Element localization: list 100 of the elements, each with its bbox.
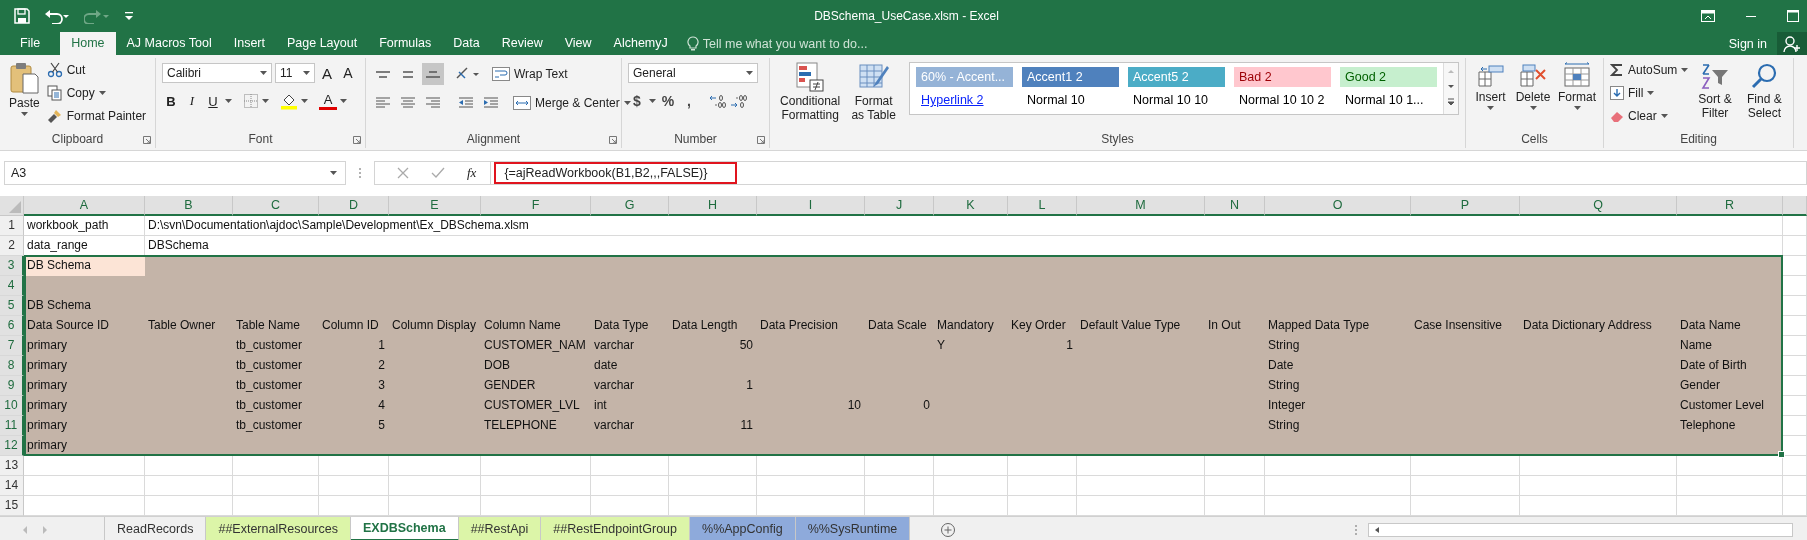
cell-style-option[interactable]: Normal 10 10 2 — [1234, 90, 1331, 110]
font-size-dropdown[interactable]: 11 — [275, 63, 315, 83]
fill-color-icon[interactable] — [280, 92, 298, 110]
redo-icon[interactable] — [84, 8, 110, 24]
undo-icon[interactable] — [44, 8, 70, 24]
dialog-launcher-icon[interactable] — [353, 136, 361, 144]
add-sheet-icon[interactable] — [940, 521, 957, 538]
ribbon-tab[interactable]: Page Layout — [276, 32, 369, 55]
column-header[interactable] — [1783, 196, 1807, 216]
column-header[interactable]: E — [389, 196, 481, 216]
sign-in-link[interactable]: Sign in — [1718, 32, 1777, 55]
dialog-launcher-icon[interactable] — [757, 136, 765, 144]
row-header[interactable]: 14 — [0, 476, 24, 496]
ribbon-tab[interactable]: AlchemyJ — [602, 32, 679, 55]
increase-decimal-icon[interactable] — [709, 93, 727, 109]
decrease-decimal-icon[interactable] — [730, 93, 748, 109]
column-header[interactable]: P — [1411, 196, 1520, 216]
horizontal-scrollbar[interactable] — [1368, 522, 1793, 537]
row-header[interactable]: 2 — [0, 236, 24, 256]
row-header[interactable]: 3 — [0, 256, 24, 276]
sheet-tab[interactable]: ##RestEndpointGroup — [541, 517, 691, 540]
vertical-align-button[interactable] — [422, 63, 444, 85]
column-header[interactable]: A — [24, 196, 145, 216]
ribbon-tab[interactable]: Data — [442, 32, 491, 55]
grip-icon[interactable] — [358, 166, 362, 179]
comma-button[interactable]: , — [680, 91, 698, 111]
sheet-tab[interactable]: %%AppConfig — [690, 517, 796, 540]
column-header[interactable]: B — [145, 196, 233, 216]
find-select-button[interactable]: Find & Select — [1741, 60, 1787, 122]
column-header[interactable]: R — [1677, 196, 1783, 216]
format-as-table-button[interactable]: Format as Table — [848, 60, 899, 124]
delete-cells-button[interactable]: Delete — [1513, 60, 1553, 112]
grip-icon[interactable] — [1354, 523, 1358, 536]
check-icon[interactable] — [431, 166, 445, 179]
ribbon-tab[interactable]: Insert — [222, 32, 276, 55]
number-format-dropdown[interactable]: General — [628, 63, 758, 83]
row-header[interactable]: 11 — [0, 416, 24, 436]
dialog-launcher-icon[interactable] — [143, 136, 151, 144]
row-header[interactable]: 7 — [0, 336, 24, 356]
customize-icon[interactable] — [124, 10, 134, 22]
row-header[interactable]: 10 — [0, 396, 24, 416]
column-header[interactable]: J — [865, 196, 934, 216]
ribbon-tab[interactable]: AJ Macros Tool — [115, 32, 223, 55]
percent-button[interactable]: % — [659, 91, 677, 111]
column-header[interactable]: H — [669, 196, 757, 216]
row-header[interactable]: 5 — [0, 296, 24, 316]
clear-button[interactable]: Clear — [1610, 106, 1689, 125]
cell-style-option[interactable]: Normal 10 1... — [1340, 90, 1437, 110]
autosum-button[interactable]: AutoSum — [1610, 60, 1689, 79]
row-header[interactable]: 8 — [0, 356, 24, 376]
column-header[interactable]: G — [591, 196, 669, 216]
italic-button[interactable]: I — [183, 91, 201, 111]
sheet-tab[interactable]: %%SysRuntime — [795, 517, 911, 540]
share-button[interactable] — [1777, 32, 1807, 55]
ribbon-display-icon[interactable] — [1701, 10, 1715, 22]
cancel-icon[interactable] — [397, 166, 409, 179]
grow-font-button[interactable]: A — [318, 63, 336, 83]
column-header[interactable]: N — [1205, 196, 1265, 216]
sheet-tab[interactable]: EXDBSchema — [350, 517, 459, 540]
cut-button[interactable]: Cut — [46, 60, 147, 79]
wrap-text-button[interactable]: Wrap Text — [492, 64, 568, 84]
save-icon[interactable] — [14, 8, 30, 24]
row-header[interactable]: 1 — [0, 216, 24, 236]
column-header[interactable]: F — [481, 196, 591, 216]
row-header[interactable]: 15 — [0, 496, 24, 516]
cell-style-option[interactable]: Good 2 — [1340, 67, 1437, 87]
ribbon-tab[interactable]: View — [553, 32, 603, 55]
column-header[interactable]: D — [319, 196, 389, 216]
column-header[interactable]: Q — [1520, 196, 1677, 216]
scroll-left-icon[interactable] — [1373, 525, 1381, 534]
ribbon-tab[interactable]: Review — [490, 32, 554, 55]
currency-button[interactable]: $ — [628, 91, 646, 111]
sheet-tab[interactable]: ##ExternalResources — [206, 517, 351, 540]
shrink-font-button[interactable]: A — [339, 63, 357, 83]
font-name-dropdown[interactable]: Calibri — [162, 63, 272, 83]
row-header[interactable]: 9 — [0, 376, 24, 396]
font-color-button[interactable]: A — [319, 92, 337, 110]
ribbon-tab[interactable]: File — [0, 32, 61, 55]
row-header[interactable]: 4 — [0, 276, 24, 296]
formula-field[interactable]: {=ajReadWorkbook(B1,B2,,,FALSE)} — [490, 160, 1807, 185]
cell-style-option[interactable]: Accent1 2 — [1022, 67, 1119, 87]
column-header[interactable]: O — [1265, 196, 1411, 216]
column-header[interactable]: K — [934, 196, 1008, 216]
row-header[interactable]: 6 — [0, 316, 24, 336]
paste-button[interactable]: Paste — [6, 60, 43, 118]
tell-me-field[interactable]: Tell me what you want to do... — [678, 32, 903, 55]
row-header[interactable]: 12 — [0, 436, 24, 456]
column-header[interactable]: I — [757, 196, 865, 216]
maximize-icon[interactable] — [1787, 10, 1799, 22]
format-painter-button[interactable]: Format Painter — [46, 106, 147, 125]
format-cells-button[interactable]: Format — [1557, 60, 1597, 112]
merge-center-button[interactable]: Merge & Center — [513, 93, 631, 112]
cell-style-option[interactable]: Hyperlink 2 — [916, 90, 1013, 110]
row-header[interactable]: 13 — [0, 456, 24, 476]
copy-button[interactable]: Copy — [46, 83, 147, 102]
cell-style-option[interactable]: Normal 10 — [1022, 90, 1119, 110]
fill-button[interactable]: Fill — [1610, 83, 1689, 102]
ribbon-tab[interactable]: Home — [60, 32, 116, 55]
conditional-formatting-button[interactable]: Conditional Formatting — [776, 60, 845, 124]
insert-cells-button[interactable]: Insert — [1472, 60, 1509, 112]
